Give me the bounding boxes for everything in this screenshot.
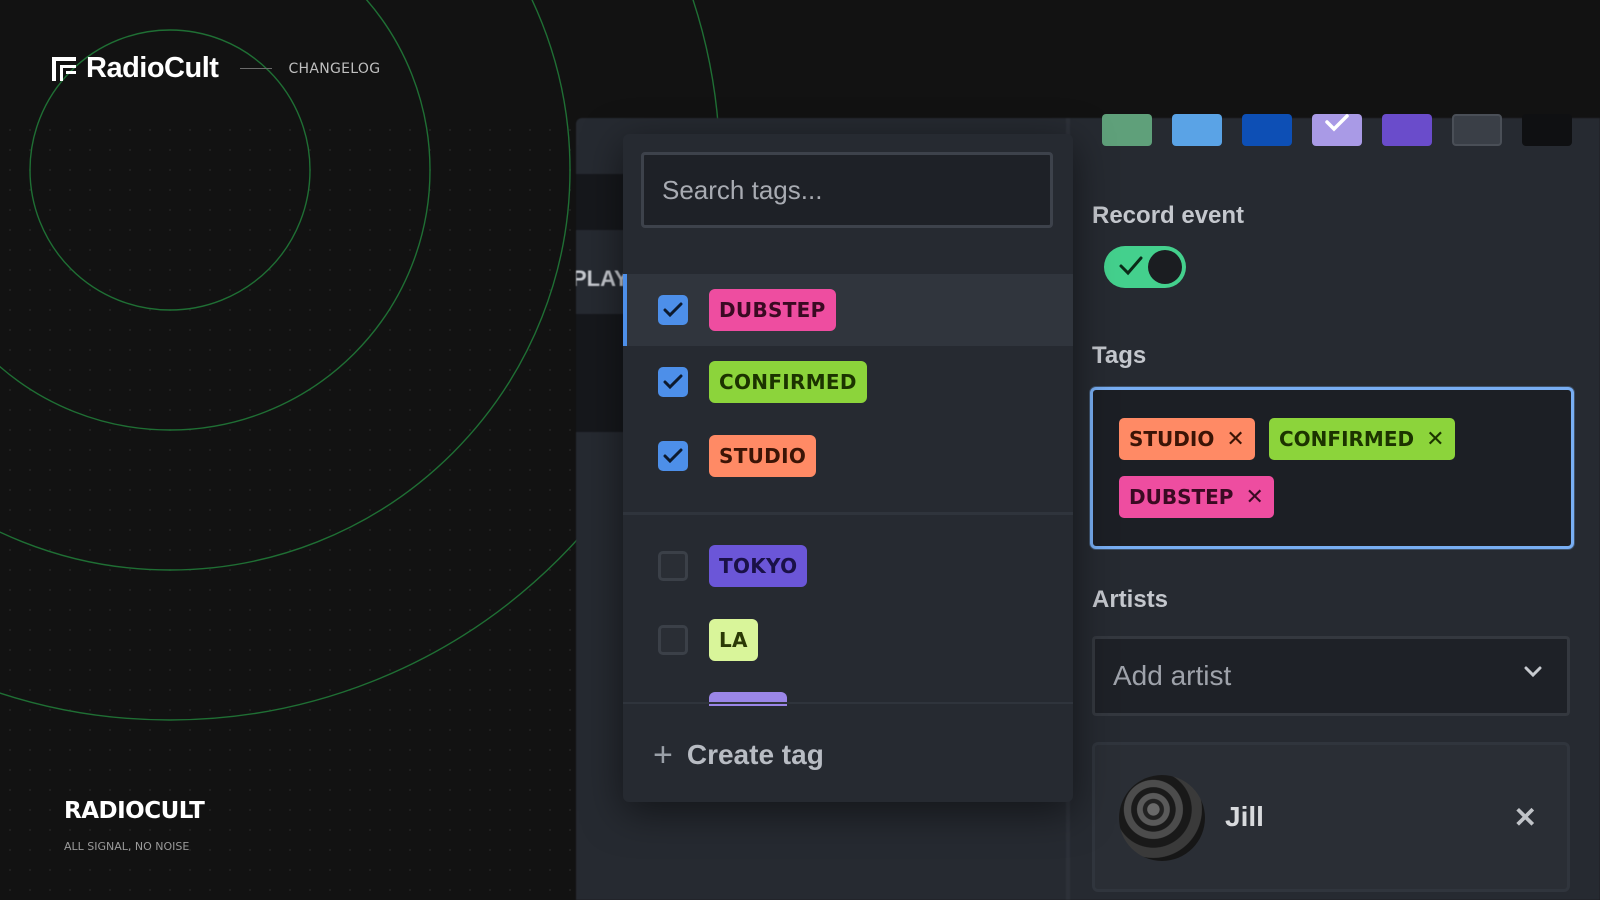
artist-card: Jill ✕ [1092,742,1570,892]
remove-tag-icon[interactable]: ✕ [1245,485,1263,510]
tag-option-dubstep[interactable]: DUBSTEP [623,274,1073,346]
background-bar [576,174,626,230]
tag-chip-confirmed: CONFIRMED ✕ [1269,418,1455,460]
brand-name[interactable]: RadioCult [86,52,219,85]
tag-dropdown: DUBSTEP CONFIRMED STUDIO TOKYO LA + Crea… [623,134,1073,802]
checkbox-unchecked[interactable] [658,551,688,581]
record-event-toggle[interactable] [1104,246,1186,288]
tag-pill: TOKYO [709,545,808,587]
remove-artist-icon[interactable]: ✕ [1514,801,1537,834]
create-tag-button[interactable]: + Create tag [653,738,824,772]
avatar [1119,775,1205,861]
tag-pill: CONFIRMED [709,361,867,403]
color-swatch[interactable] [1452,114,1502,146]
footer-brand-name: RADIOCULT [64,798,205,824]
tag-chip-label: STUDIO [1129,427,1215,451]
chevron-down-icon [1524,666,1542,678]
remove-tag-icon[interactable]: ✕ [1226,427,1244,452]
check-icon [663,448,683,464]
search-tags-input[interactable] [644,155,1050,225]
record-event-label: Record event [1092,202,1245,229]
artist-name: Jill [1225,801,1264,832]
check-icon [1325,114,1349,132]
check-icon [1119,256,1143,276]
tags-label: Tags [1092,342,1147,369]
tag-option-studio[interactable]: STUDIO [623,420,1073,492]
tag-chip-studio: STUDIO ✕ [1119,418,1255,460]
color-swatch[interactable] [1522,114,1572,146]
remove-tag-icon[interactable]: ✕ [1426,427,1444,452]
check-icon [663,374,683,390]
brand-separator [240,68,273,69]
color-swatch[interactable] [1172,114,1222,146]
divider [623,702,1073,704]
plus-icon: + [653,736,673,774]
changelog-link[interactable]: CHANGELOG [288,61,380,77]
add-artist-placeholder: Add artist [1113,660,1232,691]
tag-option-la[interactable]: LA [623,604,1073,676]
divider [623,512,1073,515]
checkbox-unchecked[interactable] [658,625,688,655]
color-swatch[interactable] [1242,114,1292,146]
background-card [576,314,626,432]
footer-tagline: ALL SIGNAL, NO NOISE [64,840,190,853]
background-play-text: PLAY [576,266,629,291]
toggle-knob [1148,250,1182,284]
check-icon [663,302,683,318]
tag-pill: STUDIO [709,435,817,477]
checkbox-checked[interactable] [658,441,688,471]
add-artist-select[interactable]: Add artist [1092,636,1570,716]
tag-chip-dubstep: DUBSTEP ✕ [1119,476,1274,518]
checkbox-checked[interactable] [658,295,688,325]
tag-pill: LA [709,619,758,661]
tag-chip-label: DUBSTEP [1129,485,1234,509]
radiocult-logo-icon [52,56,76,81]
tag-chip-label: CONFIRMED [1279,427,1415,451]
checkbox-checked[interactable] [658,367,688,397]
tag-pill: DUBSTEP [709,289,836,331]
artists-label: Artists [1092,586,1169,613]
brand-header: RadioCult CHANGELOG [52,52,380,85]
color-swatch[interactable] [1102,114,1152,146]
search-tags-box [641,152,1053,228]
color-swatch[interactable] [1382,114,1432,146]
tags-field[interactable]: STUDIO ✕ CONFIRMED ✕ DUBSTEP ✕ [1090,387,1574,549]
tag-option-confirmed[interactable]: CONFIRMED [623,346,1073,418]
tag-option-tokyo[interactable]: TOKYO [623,530,1073,602]
color-swatch-selected[interactable] [1312,114,1362,146]
create-tag-label: Create tag [686,739,824,770]
